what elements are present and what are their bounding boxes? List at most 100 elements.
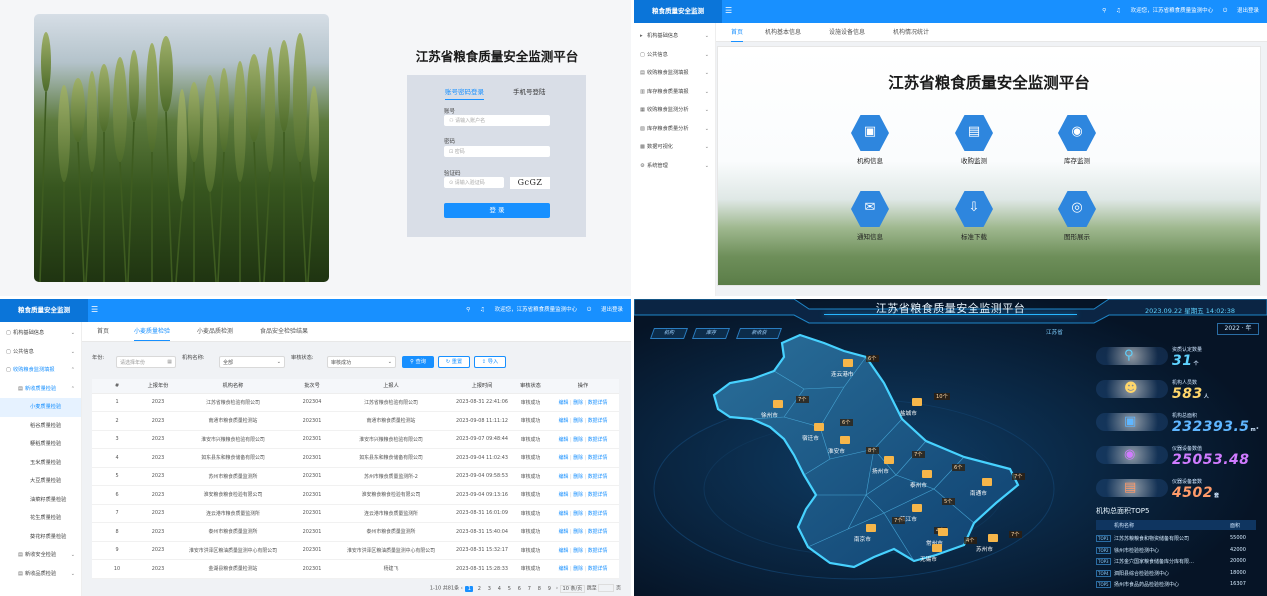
tab-food-safety[interactable]: 食品安全检验结果 bbox=[260, 322, 308, 341]
search-icon[interactable]: ⚲ bbox=[1102, 8, 1106, 14]
detail-link[interactable]: 数据详情 bbox=[588, 566, 608, 572]
search-icon[interactable]: ⚲ bbox=[466, 307, 470, 313]
detail-link[interactable]: 数据详情 bbox=[588, 511, 608, 517]
delete-link[interactable]: 删除 bbox=[573, 400, 583, 406]
hex-badge[interactable]: ◉ bbox=[1058, 115, 1096, 151]
tab-wheat-quality[interactable]: 小麦质量检验 bbox=[134, 322, 171, 341]
sidebar-item[interactable]: ▢ 公共信息 ⌄ bbox=[634, 46, 715, 65]
detail-link[interactable]: 数据详情 bbox=[588, 474, 608, 480]
login-button[interactable]: 登 录 bbox=[444, 203, 550, 218]
reset-button[interactable]: ↻ 重置 bbox=[438, 356, 470, 368]
delete-link[interactable]: 删除 bbox=[573, 548, 583, 554]
sidebar-item[interactable]: 油菜籽质量检验 bbox=[0, 491, 81, 510]
sidebar-item[interactable]: 粳稻质量检验 bbox=[0, 435, 81, 454]
edit-link[interactable]: 编辑 bbox=[559, 400, 569, 406]
edit-link[interactable]: 编辑 bbox=[559, 548, 569, 554]
sidebar-item[interactable]: ▤ 收购粮食监测填报 ⌄ bbox=[634, 64, 715, 83]
menu-toggle-icon[interactable]: ☰ bbox=[91, 305, 98, 314]
tile-label[interactable]: 收购监测 bbox=[944, 155, 1004, 165]
password-input[interactable]: ⊡ 密码 bbox=[444, 146, 550, 157]
delete-link[interactable]: 删除 bbox=[573, 455, 583, 461]
next-page-icon[interactable]: › bbox=[556, 586, 560, 592]
sidebar-item[interactable]: ▢ 公共信息 ⌄ bbox=[0, 343, 81, 362]
detail-link[interactable]: 数据详情 bbox=[588, 492, 608, 498]
sidebar-item[interactable]: ▤ 新收安全检验 ⌄ bbox=[0, 546, 81, 565]
edit-link[interactable]: 编辑 bbox=[559, 529, 569, 535]
edit-link[interactable]: 编辑 bbox=[559, 511, 569, 517]
tile-label[interactable]: 标准下载 bbox=[944, 231, 1004, 241]
tile-label[interactable]: 通知信息 bbox=[840, 231, 900, 241]
page-number[interactable]: 5 bbox=[505, 586, 513, 592]
goto-input[interactable] bbox=[598, 584, 615, 592]
tab-facilities[interactable]: 设施设备信息 bbox=[829, 23, 865, 42]
tab-home[interactable]: 首页 bbox=[731, 23, 744, 42]
edit-link[interactable]: 编辑 bbox=[559, 492, 569, 498]
sidebar-item[interactable]: ▢ 收购粮食监测填报 ⌃ bbox=[0, 361, 81, 380]
captcha-input[interactable]: ⊙ 请输入验证码 bbox=[444, 177, 504, 188]
sidebar-item[interactable]: ▸ 机构基础信息 ⌄ bbox=[634, 27, 715, 46]
bell-icon[interactable]: ♫ bbox=[1116, 8, 1121, 14]
sidebar-item[interactable]: ▤ 新收品质检验 ⌄ bbox=[0, 565, 81, 584]
edit-link[interactable]: 编辑 bbox=[559, 474, 569, 480]
delete-link[interactable]: 删除 bbox=[573, 418, 583, 424]
detail-link[interactable]: 数据详情 bbox=[588, 529, 608, 535]
import-button[interactable]: ⇪ 导入 bbox=[474, 356, 506, 368]
hex-badge[interactable]: ◎ bbox=[1058, 191, 1096, 227]
hex-badge[interactable]: ✉ bbox=[851, 191, 889, 227]
hex-badge[interactable]: ⇩ bbox=[955, 191, 993, 227]
edit-link[interactable]: 编辑 bbox=[559, 455, 569, 461]
tab-org-stats[interactable]: 机构情况统计 bbox=[893, 23, 929, 42]
page-number[interactable]: 7 bbox=[525, 586, 533, 592]
delete-link[interactable]: 删除 bbox=[573, 566, 583, 572]
sidebar-item[interactable]: ▤ 新收质量检验 ⌃ bbox=[0, 380, 81, 399]
status-select[interactable]: 审核成功 ⌄ bbox=[327, 356, 396, 368]
hex-badge[interactable]: ▤ bbox=[955, 115, 993, 151]
detail-link[interactable]: 数据详情 bbox=[588, 437, 608, 443]
tab-org-info[interactable]: 机构基本信息 bbox=[765, 23, 801, 42]
sidebar-item[interactable]: ▧ 库存粮食质量分析 ⌄ bbox=[634, 120, 715, 139]
detail-link[interactable]: 数据详情 bbox=[588, 418, 608, 424]
sidebar-item[interactable]: 玉米质量检验 bbox=[0, 454, 81, 473]
logout-link[interactable]: ⏻ 退出登录 bbox=[587, 307, 623, 313]
tile-label[interactable]: 机构信息 bbox=[840, 155, 900, 165]
year-selector[interactable]: 2022 · 年 bbox=[1217, 323, 1259, 335]
page-size-select[interactable]: 10 条/页 bbox=[559, 584, 586, 593]
detail-link[interactable]: 数据详情 bbox=[588, 548, 608, 554]
sidebar-item[interactable]: 稻谷质量检验 bbox=[0, 417, 81, 436]
delete-link[interactable]: 删除 bbox=[573, 437, 583, 443]
delete-link[interactable]: 删除 bbox=[573, 474, 583, 480]
org-select[interactable]: 全部 ⌄ bbox=[219, 356, 285, 368]
page-number[interactable]: 1 bbox=[465, 585, 474, 592]
delete-link[interactable]: 删除 bbox=[573, 511, 583, 517]
hex-badge[interactable]: ▣ bbox=[851, 115, 889, 151]
page-number[interactable]: 6 bbox=[515, 586, 523, 592]
sidebar-item[interactable]: ▦ 收购粮食监测分析 ⌄ bbox=[634, 101, 715, 120]
detail-link[interactable]: 数据详情 bbox=[588, 400, 608, 406]
page-number[interactable]: 2 bbox=[475, 586, 483, 592]
year-select[interactable]: 请选择年份 ▦ bbox=[116, 356, 176, 368]
query-button[interactable]: ⚲ 查询 bbox=[402, 356, 434, 368]
sidebar-item[interactable]: ▩ 数据可视化 ⌄ bbox=[634, 138, 715, 157]
tab-phone-login[interactable]: 手机号登陆 bbox=[513, 86, 546, 96]
bell-icon[interactable]: ♫ bbox=[480, 307, 485, 313]
sidebar-item[interactable]: 小麦质量检验 bbox=[0, 398, 81, 417]
tile-label[interactable]: 库存监测 bbox=[1047, 155, 1107, 165]
page-number[interactable]: 3 bbox=[485, 586, 493, 592]
captcha-image[interactable]: GcGZ bbox=[510, 177, 550, 189]
sidebar-item[interactable]: 大豆质量检验 bbox=[0, 472, 81, 491]
page-number[interactable]: 8 bbox=[535, 586, 543, 592]
tab-wheat-grade[interactable]: 小麦品质检测 bbox=[197, 322, 233, 341]
edit-link[interactable]: 编辑 bbox=[559, 437, 569, 443]
delete-link[interactable]: 删除 bbox=[573, 529, 583, 535]
sidebar-item[interactable]: 葵花籽质量检验 bbox=[0, 528, 81, 547]
sidebar-item[interactable]: ▥ 库存粮食质量填报 ⌄ bbox=[634, 83, 715, 102]
page-number[interactable]: 9 bbox=[545, 586, 553, 592]
edit-link[interactable]: 编辑 bbox=[559, 418, 569, 424]
page-number[interactable]: 4 bbox=[495, 586, 503, 592]
sidebar-item[interactable]: ⚙ 系统管理 ⌄ bbox=[634, 157, 715, 176]
logout-link[interactable]: ⏻ 退出登录 bbox=[1223, 8, 1259, 14]
tile-label[interactable]: 图形展示 bbox=[1047, 231, 1107, 241]
edit-link[interactable]: 编辑 bbox=[559, 566, 569, 572]
sidebar-item[interactable]: 花生质量检验 bbox=[0, 509, 81, 528]
detail-link[interactable]: 数据详情 bbox=[588, 455, 608, 461]
